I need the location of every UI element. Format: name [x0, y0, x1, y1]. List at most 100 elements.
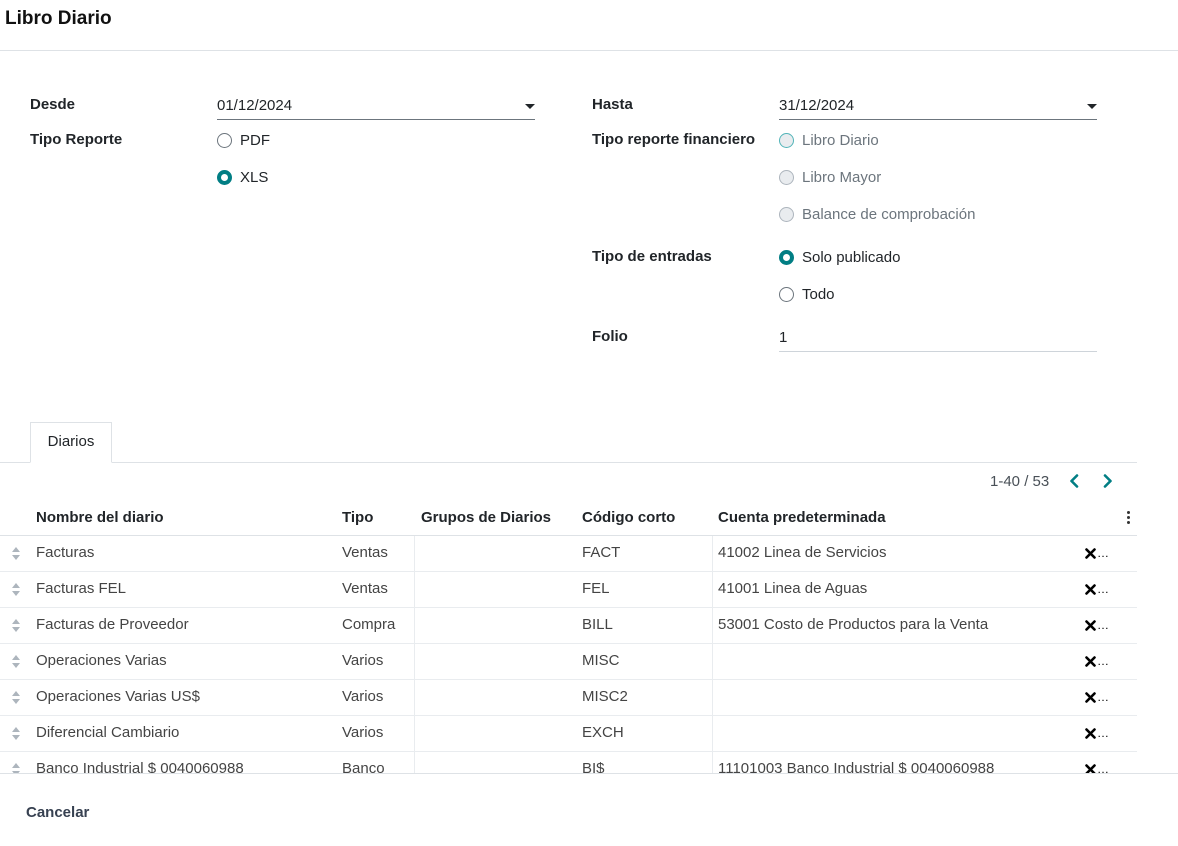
delete-row-icon[interactable]: …	[1085, 690, 1109, 704]
radio-xls[interactable]: XLS	[217, 167, 268, 187]
cell-cuenta: 11101003 Banco Industrial $ 0040060988	[718, 760, 995, 774]
drag-handle-icon[interactable]	[12, 583, 22, 597]
radio-balance-label: Balance de comprobación	[802, 205, 976, 223]
tipo-reporte-label: Tipo Reporte	[30, 131, 123, 148]
drag-handle-icon[interactable]	[12, 547, 22, 561]
cell-nombre: Operaciones Varias US$	[36, 688, 200, 705]
cell-tipo: Ventas	[342, 580, 388, 597]
cell-nombre: Facturas	[36, 544, 95, 561]
table-row[interactable]: Operaciones Varias Varios MISC …	[0, 644, 1137, 680]
radio-pdf-label: PDF	[240, 131, 270, 149]
radio-circle-icon	[779, 132, 794, 148]
radio-xls-label: XLS	[240, 168, 269, 186]
table-row[interactable]: Facturas de Proveedor Compra BILL 53001 Cos…	[0, 608, 1137, 644]
cell-codigo: FACT	[582, 544, 621, 561]
drag-handle-icon[interactable]	[12, 691, 22, 705]
delete-row-icon[interactable]: …	[1085, 654, 1109, 668]
radio-circle-icon	[779, 286, 794, 302]
tipo-reporte-financiero-label: Tipo reporte financiero	[592, 131, 756, 148]
table-row[interactable]: Facturas FEL Ventas FEL 41001 Linea de Agua…	[0, 572, 1137, 608]
radio-solo-publicado[interactable]: Solo publicado	[779, 247, 900, 267]
column-header-codigo[interactable]: Código corto	[582, 509, 675, 526]
column-divider	[712, 752, 713, 774]
column-divider	[414, 752, 415, 774]
column-divider	[414, 644, 415, 680]
caret-down-icon	[1087, 104, 1097, 109]
cell-codigo: BILL	[582, 616, 613, 633]
cell-cuenta: 53001 Costo de Productos para la Venta	[718, 616, 989, 633]
dialog-title: Libro Diario	[5, 8, 112, 29]
radio-libro-diario: Libro Diario	[779, 130, 879, 150]
cell-tipo: Varios	[342, 652, 384, 669]
column-divider	[712, 680, 713, 716]
cell-nombre: Banco Industrial $ 0040060988	[36, 760, 244, 774]
column-divider	[712, 716, 713, 752]
cell-nombre: Operaciones Varias	[36, 652, 167, 669]
radio-libro-mayor: Libro Mayor	[779, 167, 881, 187]
tab-diarios[interactable]: Diarios	[30, 422, 112, 463]
report-form: Desde 01/12/2024 Tipo Reporte PDF XLS Ha…	[0, 51, 1178, 411]
desde-label: Desde	[30, 96, 76, 113]
radio-pdf[interactable]: PDF	[217, 130, 270, 150]
cell-nombre: Diferencial Cambiario	[36, 724, 180, 741]
column-divider	[414, 536, 415, 572]
table-row[interactable]: Facturas Ventas FACT 41002 Linea de Servici…	[0, 536, 1137, 572]
desde-value: 01/12/2024	[217, 97, 293, 114]
radio-solo-publicado-label: Solo publicado	[802, 248, 901, 266]
journals-table: Nombre del diario Tipo Grupos de Diarios…	[0, 499, 1137, 774]
radio-todo[interactable]: Todo	[779, 284, 835, 304]
cell-nombre: Facturas FEL	[36, 580, 127, 597]
cell-codigo: FEL	[582, 580, 610, 597]
column-divider	[414, 608, 415, 644]
folio-input[interactable]: 1	[779, 322, 1097, 352]
cell-codigo: MISC	[582, 652, 620, 669]
cell-codigo: MISC2	[582, 688, 628, 705]
cell-tipo: Compra	[342, 616, 396, 633]
table-row[interactable]: Diferencial Cambiario Varios EXCH …	[0, 716, 1137, 752]
column-options-icon[interactable]	[1127, 511, 1130, 525]
drag-handle-icon[interactable]	[12, 727, 22, 741]
cancel-button[interactable]: Cancelar	[14, 798, 101, 826]
column-header-cuenta[interactable]: Cuenta predeterminada	[718, 509, 886, 526]
pager: 1-40 / 53	[990, 470, 1131, 492]
pager-value[interactable]: 1-40 / 53	[990, 473, 1049, 490]
column-divider	[414, 572, 415, 608]
column-divider	[712, 608, 713, 644]
table-row[interactable]: Operaciones Varias US$ Varios MISC2 …	[0, 680, 1137, 716]
radio-checked-icon	[217, 169, 232, 185]
radio-circle-icon	[779, 169, 794, 185]
column-header-nombre[interactable]: Nombre del diario	[36, 509, 164, 526]
cell-cuenta: 41001 Linea de Aguas	[718, 580, 868, 597]
table-header: Nombre del diario Tipo Grupos de Diarios…	[0, 499, 1137, 536]
hasta-label: Hasta	[592, 96, 633, 113]
column-divider	[712, 536, 713, 572]
chevron-right-icon[interactable]	[1097, 470, 1119, 492]
radio-balance-comprobacion: Balance de comprobación	[779, 204, 975, 224]
tipo-entradas-label: Tipo de entradas	[592, 248, 712, 265]
folio-label: Folio	[592, 328, 628, 345]
cell-cuenta: 41002 Linea de Servicios	[718, 544, 887, 561]
delete-row-icon[interactable]: …	[1085, 618, 1109, 632]
chevron-left-icon[interactable]	[1063, 470, 1085, 492]
column-divider	[712, 572, 713, 608]
radio-todo-label: Todo	[802, 285, 835, 303]
cell-codigo: EXCH	[582, 724, 624, 741]
drag-handle-icon[interactable]	[12, 619, 22, 633]
delete-row-icon[interactable]: …	[1085, 582, 1109, 596]
cell-tipo: Banco	[342, 760, 385, 774]
column-divider	[712, 644, 713, 680]
drag-handle-icon[interactable]	[12, 655, 22, 669]
folio-value: 1	[779, 329, 788, 346]
column-header-grupos[interactable]: Grupos de Diarios	[421, 509, 551, 526]
tab-bar: Diarios	[0, 422, 1137, 463]
hasta-date-field[interactable]: 31/12/2024	[779, 92, 1097, 120]
cell-tipo: Varios	[342, 724, 384, 741]
delete-row-icon[interactable]: …	[1085, 726, 1109, 740]
desde-date-field[interactable]: 01/12/2024	[217, 92, 535, 120]
table-row[interactable]: Banco Industrial $ 0040060988 Banco BI$ 111…	[0, 752, 1137, 774]
hasta-value: 31/12/2024	[779, 97, 855, 114]
delete-row-icon[interactable]: …	[1085, 546, 1109, 560]
column-header-tipo[interactable]: Tipo	[342, 509, 373, 526]
radio-checked-icon	[779, 249, 794, 265]
cell-tipo: Varios	[342, 688, 384, 705]
